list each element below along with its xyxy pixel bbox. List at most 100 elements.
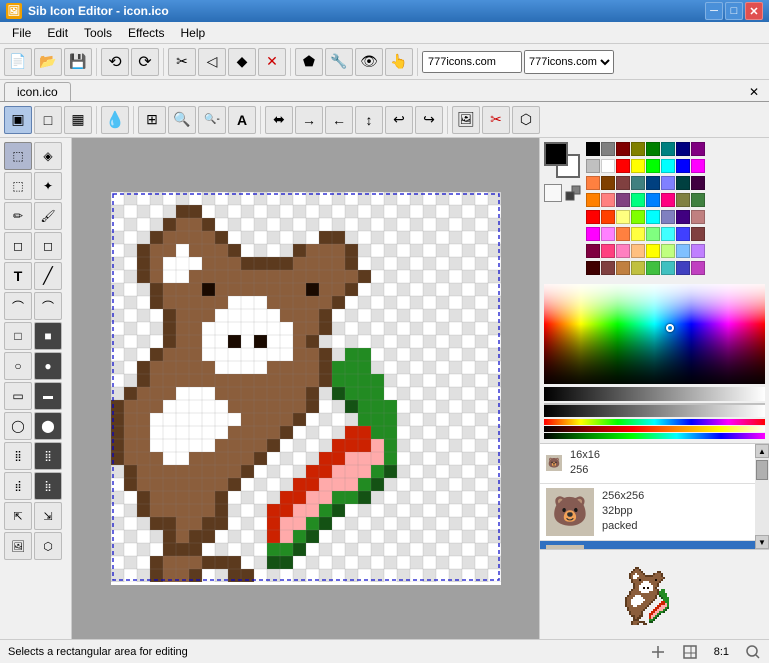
palette-swatch[interactable] <box>616 227 630 241</box>
palette-swatch[interactable] <box>676 244 690 258</box>
tool-extra1[interactable]: 🖼 <box>4 532 32 560</box>
tab-icon[interactable]: icon.ico <box>4 82 71 101</box>
toolbar-extra1[interactable]: 🔧 <box>325 48 353 76</box>
palette-swatch[interactable] <box>691 210 705 224</box>
tool-spray2[interactable]: ⣷ <box>34 472 62 500</box>
scroll-down-arrow[interactable]: ▼ <box>755 535 769 549</box>
tool-ellipse2[interactable]: ● <box>34 352 62 380</box>
icon-tb-img2[interactable]: ✂ <box>482 106 510 134</box>
palette-swatch[interactable] <box>661 193 675 207</box>
palette-swatch[interactable] <box>676 159 690 173</box>
tool-rrect1[interactable]: ▭ <box>4 382 32 410</box>
pixel-canvas[interactable] <box>111 192 501 582</box>
palette-swatch[interactable] <box>646 159 660 173</box>
tool-rect2[interactable]: ■ <box>34 322 62 350</box>
palette-swatch[interactable] <box>676 227 690 241</box>
palette-swatch[interactable] <box>586 261 600 275</box>
scroll-thumb[interactable] <box>756 460 768 480</box>
tool-dots2[interactable]: ⣿ <box>34 442 62 470</box>
palette-swatch[interactable] <box>631 261 645 275</box>
gray-gradient-bar[interactable] <box>544 387 765 401</box>
palette-swatch[interactable] <box>661 142 675 156</box>
tool-brush[interactable]: 🖌 <box>34 202 62 230</box>
palette-swatch[interactable] <box>616 193 630 207</box>
icon-tb-fliplr[interactable]: ⬌ <box>265 106 293 134</box>
palette-swatch[interactable] <box>691 261 705 275</box>
palette-swatch[interactable] <box>601 159 615 173</box>
palette-swatch[interactable] <box>616 142 630 156</box>
icon-tb-zoomout[interactable]: 🔍- <box>198 106 226 134</box>
palette-swatch[interactable] <box>676 142 690 156</box>
palette-swatch[interactable] <box>601 210 615 224</box>
icon-tb-left[interactable]: ← <box>325 106 353 134</box>
palette-swatch[interactable] <box>586 159 600 173</box>
transparent-color[interactable] <box>544 184 562 202</box>
palette-swatch[interactable] <box>676 193 690 207</box>
palette-swatch[interactable] <box>646 261 660 275</box>
palette-swatch[interactable] <box>646 142 660 156</box>
icon-list-item[interactable]: 🐻16x16 256 <box>540 444 755 484</box>
tool-eraser[interactable]: ◻ <box>4 232 32 260</box>
toolbar-copy[interactable]: ◁ <box>198 48 226 76</box>
palette-swatch[interactable] <box>586 227 600 241</box>
palette-swatch[interactable] <box>601 176 615 190</box>
palette-swatch[interactable] <box>661 159 675 173</box>
tool-pencil[interactable]: ✏ <box>4 202 32 230</box>
palette-swatch[interactable] <box>601 193 615 207</box>
icon-list-item[interactable]: 🐻256x256 32bpp packed <box>540 484 755 541</box>
icon-tb-3[interactable]: ▦ <box>64 106 92 134</box>
palette-swatch[interactable] <box>601 227 615 241</box>
palette-swatch[interactable] <box>631 176 645 190</box>
palette-swatch[interactable] <box>691 142 705 156</box>
titlebar-controls[interactable]: ─ □ ✕ <box>705 2 763 20</box>
tab-close-button[interactable]: ✕ <box>743 83 765 101</box>
palette-swatch[interactable] <box>646 227 660 241</box>
palette-swatch[interactable] <box>661 261 675 275</box>
menu-tools[interactable]: Tools <box>76 24 120 42</box>
icon-tb-2[interactable]: □ <box>34 106 62 134</box>
palette-swatch[interactable] <box>646 244 660 258</box>
palette-swatch[interactable] <box>601 142 615 156</box>
palette-swatch[interactable] <box>646 210 660 224</box>
palette-swatch[interactable] <box>691 193 705 207</box>
toolbar-cut[interactable]: ✂ <box>168 48 196 76</box>
palette-swatch[interactable] <box>676 176 690 190</box>
menu-edit[interactable]: Edit <box>39 24 76 42</box>
palette-swatch[interactable] <box>631 244 645 258</box>
toolbar-save[interactable]: 💾 <box>64 48 92 76</box>
palette-swatch[interactable] <box>616 159 630 173</box>
tool-fill1[interactable]: ◯ <box>4 412 32 440</box>
palette-swatch[interactable] <box>601 261 615 275</box>
palette-swatch[interactable] <box>661 210 675 224</box>
icon-tb-img3[interactable]: ⬡ <box>512 106 540 134</box>
fg-color-box[interactable] <box>544 142 568 166</box>
tool-text[interactable]: T <box>4 262 32 290</box>
tool-select-rect[interactable]: ⬚ <box>4 142 32 170</box>
palette-swatch[interactable] <box>631 227 645 241</box>
tool-move1[interactable]: ⇱ <box>4 502 32 530</box>
toolbar-redo[interactable]: ⟳ <box>131 48 159 76</box>
tool-fill2[interactable]: ⬤ <box>34 412 62 440</box>
tool-spray1[interactable]: ⣾ <box>4 472 32 500</box>
tool-rect1[interactable]: □ <box>4 322 32 350</box>
palette-swatch[interactable] <box>661 244 675 258</box>
tool-extra2[interactable]: ⬡ <box>34 532 62 560</box>
gray-bar-2[interactable] <box>544 403 765 417</box>
tool-curve1[interactable]: ⌒ <box>4 292 32 320</box>
menu-file[interactable]: File <box>4 24 39 42</box>
palette-swatch[interactable] <box>586 176 600 190</box>
palette-swatch[interactable] <box>691 227 705 241</box>
close-button[interactable]: ✕ <box>745 2 763 20</box>
icon-tb-1[interactable]: ▣ <box>4 106 32 134</box>
color-swap[interactable] <box>564 184 582 202</box>
icon-tb-right[interactable]: → <box>295 106 323 134</box>
toolbar-new[interactable]: 📄 <box>4 48 32 76</box>
palette-swatch[interactable] <box>631 142 645 156</box>
palette-swatch[interactable] <box>586 210 600 224</box>
tool-clone[interactable]: ◻ <box>34 232 62 260</box>
cool-bar[interactable] <box>544 433 765 439</box>
icon-tb-img1[interactable]: 🖼 <box>452 106 480 134</box>
toolbar-delete[interactable]: ✕ <box>258 48 286 76</box>
icon-list-scrollbar[interactable]: ▲ ▼ <box>755 444 769 549</box>
palette-swatch[interactable] <box>601 244 615 258</box>
